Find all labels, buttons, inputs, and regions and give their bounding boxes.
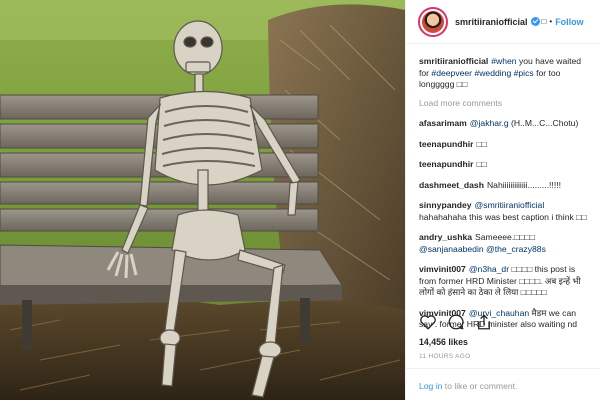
comment-username[interactable]: sinnypandey (419, 200, 472, 210)
login-link[interactable]: Log in (419, 381, 442, 391)
comment-item: afasarimam @jakhar.g (H..M...C...Chotu) (419, 118, 590, 130)
header-symbol: □ (541, 17, 547, 26)
hashtag-when[interactable]: #when (491, 56, 516, 66)
caption-username[interactable]: smritiiraniofficial (419, 56, 488, 66)
header-username[interactable]: smritiiraniofficial (455, 17, 528, 27)
comment-mention[interactable]: @n3ha_dr (469, 264, 509, 274)
comment-item: vimvinit007 @n3ha_dr □□□□ this post is fr… (419, 264, 590, 299)
comment-text: Nahiiiiiiiiiiiii.........!!!!! (486, 179, 561, 190)
likes-count[interactable]: 14,456 likes (419, 337, 468, 347)
comment-username[interactable]: teenapundhir (419, 139, 473, 149)
comment-username[interactable]: teenapundhir (419, 159, 473, 169)
comment-username[interactable]: vimvinit007 (419, 264, 466, 274)
hashtag-deepveer[interactable]: #deepveer (431, 68, 472, 78)
header-dot: • (549, 17, 553, 26)
verified-badge-icon (530, 17, 540, 26)
comment-username[interactable]: andry_ushka (419, 232, 472, 242)
login-prompt-text: to like or comment. (442, 381, 518, 391)
comment-item: sinnypandey @smritiiraniofficial hahahaha… (419, 200, 590, 223)
comments-list: smritiiraniofficial #when you have waited… (406, 44, 600, 331)
avatar[interactable] (418, 6, 448, 37)
hashtag-wedding[interactable]: #wedding (474, 68, 511, 78)
comment-item: andry_ushka Sameeee.□□□□ @sanjanaabedin @… (419, 232, 590, 255)
comment-mention[interactable]: @the_crazy88s (486, 244, 546, 254)
post-photo[interactable] (0, 0, 405, 400)
post-side-panel: smritiiraniofficial □ • Follow smritiira… (405, 0, 600, 400)
load-more-comments-button[interactable]: Load more comments (419, 98, 590, 110)
skeleton-on-bench-photo (0, 0, 405, 400)
comment-username[interactable]: afasarimam (419, 118, 467, 128)
comment-mention[interactable]: @sanjanaabedin (419, 244, 484, 254)
share-icon[interactable] (475, 313, 493, 331)
login-bar: Log in to like or comment. (406, 368, 600, 391)
comment-item: teenapundhir □□ (419, 159, 590, 171)
comment-mention[interactable]: @smritiiraniofficial (475, 200, 545, 210)
comment-text: (H..M...C...Chotu) (508, 118, 579, 128)
comment-text: □□ (476, 138, 487, 149)
caption: smritiiraniofficial #when you have waited… (419, 56, 590, 91)
heart-icon[interactable] (419, 313, 437, 331)
hashtag-pics[interactable]: #pics (514, 68, 534, 78)
comment-item: dashmeet_dash Nahiiiiiiiiiiiii.........!!… (419, 180, 590, 192)
comment-item: teenapundhir □□ (419, 139, 590, 151)
comment-text: Sameeee.□□□□ (475, 232, 535, 242)
post-timestamp[interactable]: 11 HOURS AGO (419, 353, 471, 360)
post-header: smritiiraniofficial □ • Follow (406, 0, 600, 44)
comment-mention[interactable]: @jakhar.g (470, 118, 509, 128)
comment-text: □□ (476, 159, 487, 169)
comment-text: hahahahaha this was best caption i think… (419, 211, 587, 222)
comment-icon[interactable] (447, 313, 465, 331)
comment-username[interactable]: dashmeet_dash (419, 180, 484, 190)
follow-button[interactable]: Follow (555, 17, 584, 27)
post-actions (419, 313, 493, 331)
